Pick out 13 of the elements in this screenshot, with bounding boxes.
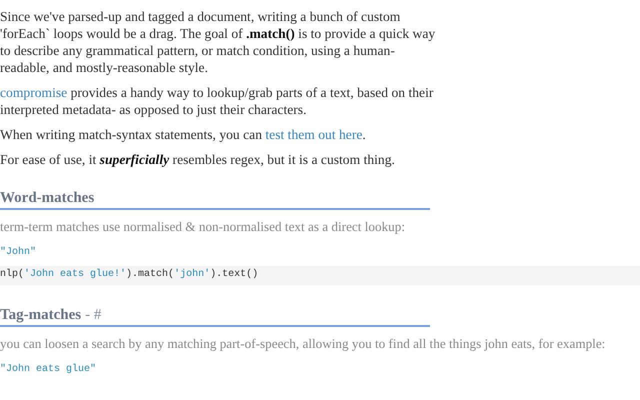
heading-title: Tag-matches [0,307,82,323]
paragraph: When writing match-syntax statements, you can test them out here. [0,126,367,143]
paragraph: Since we've parsed-up and tagged a document, writing a bunch of custom 'forEach` loops would be a drag. The goal of .match() is to provide a quick way to describe any grammatical pattern, or match condition, using a human-readable, and mostly-reasonable style. [0,8,436,76]
section-description: you can loosen a search by any matching part-of-speech, allowing you to find all the things john eats, for example: [0,335,606,352]
text-link[interactable]: test them out here [265,127,362,142]
section-heading: Word-matches [0,190,430,210]
section-description: term-term matches use normalised & non-normalised text as a direct lookup: [0,218,406,235]
text-link[interactable]: compromise [0,85,68,100]
paragraph: For ease of use, it superficially resembles regex, but it is a custom thing. [0,151,396,168]
match-pattern: "John" [0,247,38,258]
match-pattern: "John eats glue" [0,364,98,375]
anchor-link[interactable]: - # [85,307,102,323]
paragraph: compromise provides a handy way to lookup/grab parts of a text, based on their interpreted metadata- as opposed to just their characters. [0,84,434,118]
